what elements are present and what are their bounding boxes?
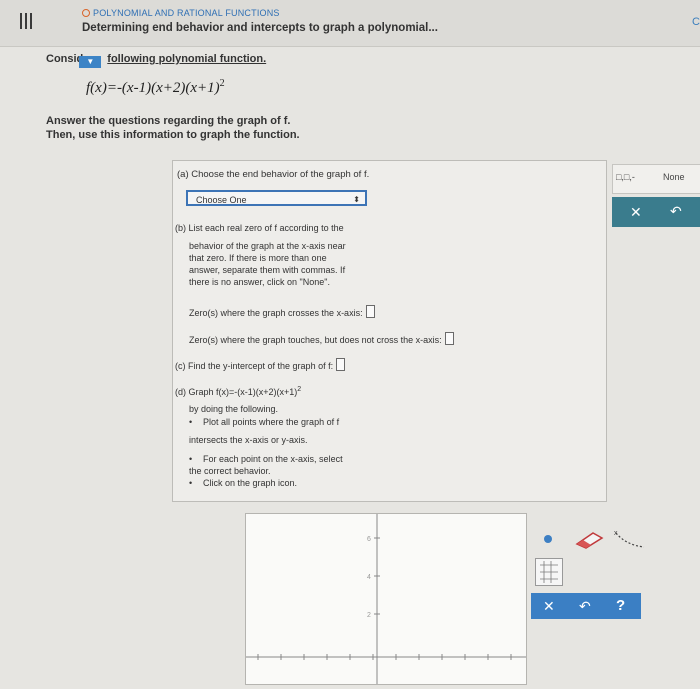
y-tick-label: 4 [367, 574, 371, 581]
graph-undo-icon[interactable]: ↶ [579, 598, 591, 615]
part-b-label: (b) List each real zero of f according t… [175, 223, 344, 233]
graph-grid[interactable]: 6 4 2 [246, 514, 526, 684]
crosses-row: Zero(s) where the graph crosses the x-ax… [189, 305, 375, 319]
function-formula: f(x)=-(x-1)(x+2)(x+1)2 [86, 78, 225, 96]
y-tick-label: 6 [367, 536, 371, 543]
edge-glyph: C [692, 16, 700, 28]
none-button[interactable]: None [663, 172, 685, 182]
question-panel: (a) Choose the end behavior of the graph… [172, 160, 607, 502]
y-intercept-input[interactable] [336, 358, 346, 371]
touches-row: Zero(s) where the graph touches, but doe… [189, 332, 454, 346]
menu-icon[interactable] [20, 13, 36, 29]
part-a-label: (a) Choose the end behavior of the graph… [177, 169, 370, 180]
eraser-icon[interactable] [573, 530, 605, 550]
part-d-label: (d) Graph f(x)=-(x-1)(x+2)(x+1)2 [175, 386, 302, 397]
part-c-row: (c) Find the y-intercept of the graph of… [175, 358, 346, 372]
help-icon[interactable]: ? [616, 597, 625, 614]
y-ticks: 6 4 2 [367, 536, 380, 619]
subject-label: POLYNOMIAL AND RATIONAL FUNCTIONS [82, 8, 280, 18]
interval-button[interactable]: □,□,- [616, 172, 635, 182]
clear-icon[interactable]: ✕ [630, 204, 642, 221]
end-behavior-select[interactable]: Choose One ⬍ [186, 190, 367, 206]
answer-action-bar: ✕ ↶ [612, 197, 700, 227]
progress-ring-icon [82, 9, 90, 17]
top-bar: POLYNOMIAL AND RATIONAL FUNCTIONS Determ… [0, 0, 700, 47]
crosses-input[interactable] [365, 305, 375, 318]
graph-icon[interactable] [535, 558, 563, 586]
graph-action-bar: ✕ ↶ ? [531, 593, 641, 619]
polynomial-link[interactable]: following polynomial function. [107, 53, 266, 65]
instructions: Answer the questions regarding the graph… [46, 115, 300, 141]
graph-clear-icon[interactable]: ✕ [543, 598, 555, 615]
y-tick-label: 2 [367, 612, 371, 619]
dropdown-arrow-icon[interactable]: ▼ [79, 56, 102, 68]
point-tool-icon[interactable] [544, 535, 552, 543]
touches-input[interactable] [444, 332, 454, 345]
behavior-arrow-icon[interactable]: x [612, 527, 648, 553]
graph-area[interactable]: 6 4 2 [245, 513, 527, 685]
intro-text: Consid ▼ following polynomial function. [46, 53, 267, 68]
topic-title: Determining end behavior and intercepts … [82, 22, 438, 34]
svg-text:x: x [614, 530, 618, 537]
undo-icon[interactable]: ↶ [670, 203, 682, 220]
